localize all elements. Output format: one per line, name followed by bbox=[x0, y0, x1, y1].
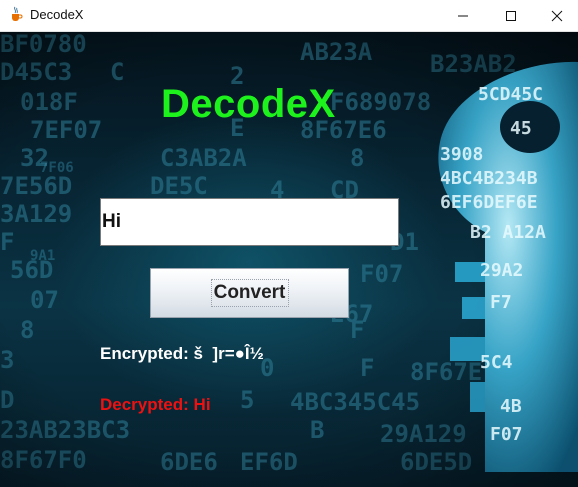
convert-button[interactable]: Convert bbox=[150, 268, 349, 318]
svg-text:5CD45C: 5CD45C bbox=[478, 84, 543, 105]
minimize-icon bbox=[458, 15, 468, 16]
minimize-button[interactable] bbox=[440, 0, 486, 31]
window-title: DecodeX bbox=[30, 7, 84, 22]
svg-text:5C4: 5C4 bbox=[480, 352, 513, 373]
java-coffee-cup-icon bbox=[12, 6, 23, 21]
text-input[interactable] bbox=[100, 198, 399, 246]
decrypted-label: Decrypted: bbox=[100, 395, 189, 414]
close-icon bbox=[551, 10, 563, 21]
close-button[interactable] bbox=[534, 0, 578, 31]
maximize-icon bbox=[506, 10, 516, 21]
svg-text:45: 45 bbox=[510, 118, 532, 139]
svg-text:B2 A12A: B2 A12A bbox=[470, 222, 546, 243]
decrypted-value: Hi bbox=[193, 395, 211, 414]
svg-text:F07: F07 bbox=[490, 424, 523, 445]
convert-button-label: Convert bbox=[210, 279, 289, 307]
main-panel: BF0780AB23AB23AB2 D45C3C2 018FF689078 7E… bbox=[0, 32, 578, 487]
decrypted-output: Decrypted: Hi bbox=[100, 395, 211, 415]
svg-text:F7: F7 bbox=[490, 292, 512, 313]
svg-text:29A2: 29A2 bbox=[480, 260, 523, 281]
svg-text:4B: 4B bbox=[500, 396, 522, 417]
encrypted-value: š ]r=●Î½ bbox=[193, 344, 264, 363]
svg-text:6EF6DEF6E: 6EF6DEF6E bbox=[440, 192, 538, 213]
encrypted-label: Encrypted: bbox=[100, 344, 189, 363]
svg-text:3908: 3908 bbox=[440, 144, 483, 165]
app-heading: DecodeX bbox=[161, 82, 336, 126]
title-bar[interactable]: DecodeX bbox=[0, 0, 578, 32]
maximize-button[interactable] bbox=[488, 0, 534, 31]
svg-text:4BC4B234B: 4BC4B234B bbox=[440, 168, 538, 189]
app-window: DecodeX BF0780AB23AB23AB2 D45C3C2 018FF6… bbox=[0, 0, 578, 487]
encrypted-output: Encrypted: š ]r=●Î½ bbox=[100, 344, 264, 364]
